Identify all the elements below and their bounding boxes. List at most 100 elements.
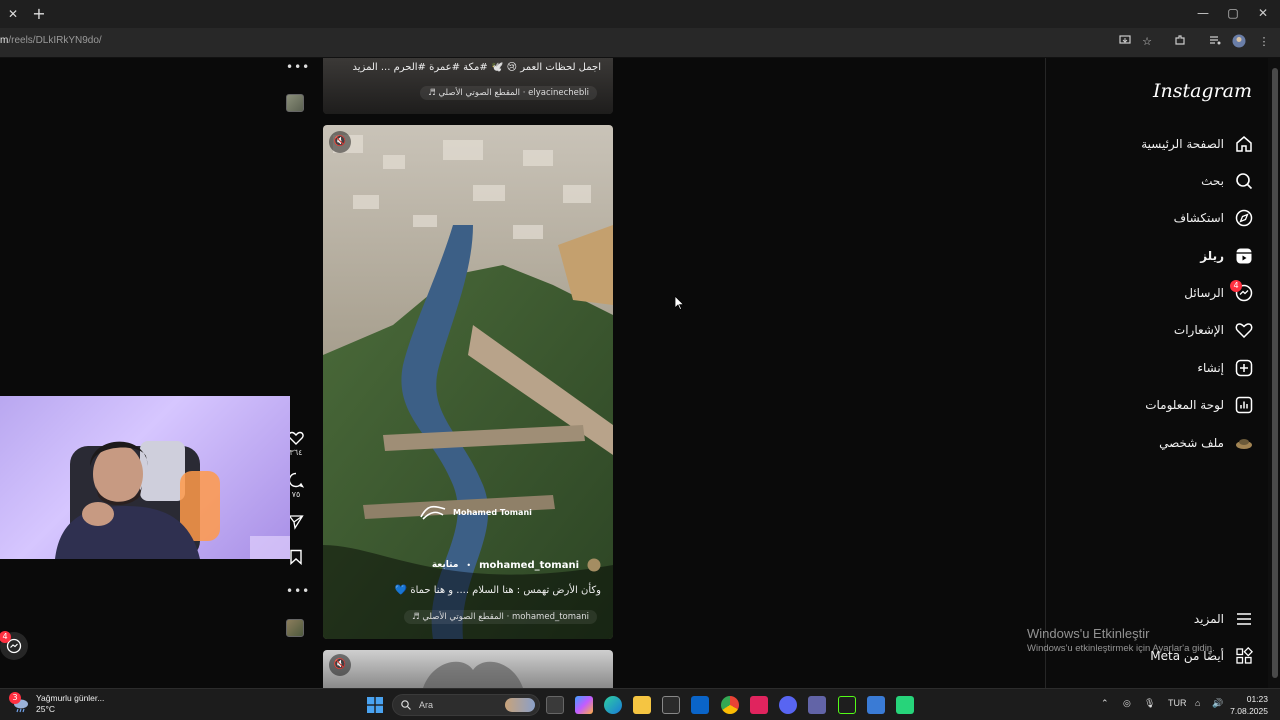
reel-author-row: متابعة • mohamed_tomani (432, 558, 601, 572)
app-icon-blue[interactable] (867, 696, 885, 714)
reel-previous-audio[interactable]: elyacinechebli · المقطع الصوتي الأصلي ♬ (420, 86, 597, 100)
install-app-icon[interactable] (1117, 34, 1133, 50)
weather-text: Yağmurlu günler... (36, 693, 105, 703)
meta-apps-icon (1234, 646, 1254, 666)
reel-previous[interactable]: اجمل لحظات العمر 😢 🕊️ #مكة #عمرة #الحرم … (323, 58, 613, 114)
bookmark-star-icon[interactable]: ☆ (1139, 34, 1155, 50)
edge-icon[interactable] (604, 696, 622, 714)
chrome-icon[interactable] (721, 696, 739, 714)
audio-thumbnail[interactable] (286, 94, 304, 112)
reel-next[interactable]: 🔇 (323, 650, 613, 688)
reel-audio-thumbnail[interactable] (286, 619, 304, 637)
nav-label-notifications: الإشعارات (1173, 323, 1224, 337)
weather-widget[interactable]: 3 Yağmurlu günler... 25°C (9, 692, 105, 715)
home-icon (1234, 134, 1254, 154)
taskbar-search[interactable]: Ara (392, 694, 540, 716)
url-path: /reels/DLkIRkYN9do/ (8, 35, 102, 46)
reel-main-audio[interactable]: mohamed_tomani · المقطع الصوتي الأصلي ♬ (404, 610, 597, 624)
nav-label-reels: ريلز (1200, 249, 1224, 263)
tab-close-icon[interactable]: ✕ (4, 6, 22, 22)
address-bar[interactable]: m/reels/DLkIRkYN9do/ ☆ ⋮ (0, 28, 1280, 58)
nav-label-create: إنشاء (1197, 361, 1224, 375)
nav-item-profile[interactable]: ملف شخصي (1159, 431, 1254, 455)
reel-options-icon[interactable]: ••• (286, 584, 309, 598)
floating-messages-button[interactable]: 4 (0, 631, 28, 660)
profile-avatar-icon[interactable] (1231, 34, 1247, 50)
app-icon-green[interactable] (896, 696, 914, 714)
nav-label-home: الصفحة الرئيسية (1141, 137, 1224, 151)
messenger-icon: 4 (1230, 280, 1254, 303)
browser-tabstrip: ✕ + — ▢ ✕ (0, 0, 1280, 28)
maximize-icon[interactable]: ▢ (1218, 5, 1248, 21)
store-icon[interactable] (662, 696, 680, 714)
nav-item-notifications[interactable]: الإشعارات (1174, 318, 1254, 342)
nav-label-messages: الرسائل (1184, 286, 1224, 300)
nav-item-explore[interactable]: استكشاف (1174, 206, 1254, 230)
clock-date: 7.08.2025 (1230, 706, 1268, 716)
file-explorer-icon[interactable] (633, 696, 651, 714)
weather-icon: 3 (9, 692, 30, 713)
extensions-icon[interactable] (1172, 34, 1188, 50)
nav-label-more: المزيد (1193, 612, 1224, 626)
watermark-text: Mohamed Tomani (453, 507, 532, 517)
url-text[interactable]: m/reels/DLkIRkYN9do/ (0, 35, 102, 46)
instagram-logo[interactable]: Instagram (1153, 80, 1252, 102)
microphone-icon[interactable]: 🎙 (1144, 698, 1155, 709)
reels-icon (1234, 246, 1254, 266)
network-icon[interactable]: ⌂ (1195, 698, 1200, 708)
heart-icon (1234, 320, 1254, 340)
activation-title: Windows'u Etkinleştir (1027, 626, 1150, 641)
new-tab-icon[interactable]: + (30, 5, 48, 23)
media-controls-icon[interactable] (1207, 34, 1223, 50)
nav-item-messages[interactable]: الرسائل 4 (1184, 280, 1254, 305)
nav-item-reels[interactable]: ريلز (1200, 244, 1254, 268)
reel-main-caption[interactable]: وكأن الأرض تهمس : هنا السلام .... و هنا … (395, 585, 601, 596)
nav-item-home[interactable]: الصفحة الرئيسية (1141, 132, 1254, 156)
hamburger-menu-icon (1234, 609, 1254, 629)
search-highlight-icon (505, 698, 535, 712)
system-clock[interactable]: 01:23 7.08.2025 (1230, 693, 1268, 717)
outlook-icon[interactable] (691, 696, 709, 714)
windows-taskbar: 3 Yağmurlu günler... 25°C Ara ⌃ ◎ 🎙 TUR … (0, 688, 1280, 720)
mute-icon[interactable]: 🔇 (329, 131, 351, 153)
tray-app-icon[interactable]: ◎ (1123, 698, 1131, 709)
messages-badge: 4 (1230, 280, 1242, 292)
keyboard-language[interactable]: TUR (1168, 698, 1187, 708)
tiktok-icon[interactable] (750, 696, 768, 714)
nav-label-dashboard: لوحة المعلومات (1145, 398, 1224, 412)
separator-dot: • (466, 560, 472, 570)
kick-icon[interactable] (838, 696, 856, 714)
close-window-icon[interactable]: ✕ (1248, 5, 1278, 21)
reel-previous-caption[interactable]: اجمل لحظات العمر 😢 🕊️ #مكة #عمرة #الحرم … (353, 62, 601, 73)
plus-square-icon (1234, 358, 1254, 378)
copilot-icon[interactable] (575, 696, 593, 714)
activation-subtitle: Windows'u etkinleştirmek için Ayarlar'a … (1027, 643, 1215, 654)
search-icon (1234, 171, 1254, 191)
teams-icon[interactable] (808, 696, 826, 714)
minimize-icon[interactable]: — (1188, 5, 1218, 21)
volume-icon[interactable]: 🔊 (1212, 698, 1223, 709)
nav-item-create[interactable]: إنشاء (1197, 356, 1254, 380)
reel-next-video (423, 661, 523, 688)
more-options-icon[interactable]: ••• (286, 60, 309, 74)
browser-menu-icon[interactable]: ⋮ (1256, 34, 1272, 50)
discord-icon[interactable] (779, 696, 797, 714)
nav-item-dashboard[interactable]: لوحة المعلومات (1145, 393, 1254, 417)
webcam-overlay (0, 396, 290, 559)
weather-badge: 3 (9, 692, 21, 704)
search-icon (401, 700, 411, 710)
reel-main[interactable]: 🔇 Mohamed Tomani متابعة • mohamed_tomani… (323, 125, 613, 639)
page-scrollbar[interactable] (1268, 58, 1280, 688)
nav-item-search[interactable]: بحث (1201, 169, 1254, 193)
follow-button[interactable]: متابعة (432, 560, 459, 570)
scrollbar-thumb[interactable] (1272, 68, 1278, 678)
author-avatar[interactable] (587, 558, 601, 572)
nav-label-profile: ملف شخصي (1159, 436, 1224, 450)
windows-start-icon[interactable] (367, 697, 383, 713)
dashboard-icon (1234, 395, 1254, 415)
nav-label-explore: استكشاف (1173, 211, 1224, 225)
reel-username[interactable]: mohamed_tomani (479, 560, 579, 571)
task-view-icon[interactable] (546, 696, 564, 714)
tray-expand-icon[interactable]: ⌃ (1101, 698, 1109, 709)
streamer-camera-feed (55, 441, 290, 559)
